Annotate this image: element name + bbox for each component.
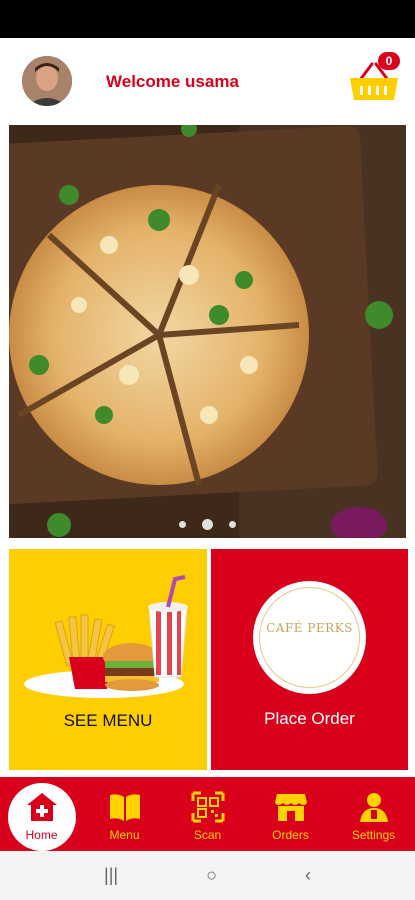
carousel-dot[interactable]	[179, 521, 186, 528]
carousel-dot-active[interactable]	[202, 519, 213, 530]
nav-label-settings: Settings	[351, 828, 396, 842]
back-button[interactable]: ‹	[305, 865, 311, 886]
user-icon	[359, 793, 388, 822]
book-icon	[109, 794, 140, 821]
system-navigation-bar: ||| ○ ‹	[0, 851, 415, 900]
carousel-dot[interactable]	[229, 521, 236, 528]
cafe-perks-logo: CAFÉ PERKS	[253, 581, 366, 694]
recents-button[interactable]: |||	[104, 865, 118, 886]
nav-item-settings[interactable]: Settings	[332, 777, 415, 851]
see-menu-tile[interactable]: SEE MENU	[9, 549, 207, 770]
nav-label-orders: Orders	[272, 828, 309, 842]
welcome-text: Welcome usama	[106, 72, 239, 91]
avatar[interactable]	[22, 56, 72, 106]
nav-label-scan: Scan	[193, 828, 222, 842]
system-home-button[interactable]: ○	[206, 865, 217, 886]
bottom-navigation: Home Menu Scan Orders Settings	[0, 777, 415, 851]
nav-label-home: Home	[25, 828, 58, 842]
status-bar	[0, 0, 415, 38]
carousel-indicators	[9, 519, 406, 530]
nav-item-orders[interactable]: Orders	[249, 777, 332, 851]
nav-item-home[interactable]: Home	[0, 777, 83, 851]
home-icon	[26, 793, 57, 821]
place-order-label: Place Order	[264, 709, 355, 728]
nav-item-menu[interactable]: Menu	[83, 777, 166, 851]
nav-item-scan[interactable]: Scan	[166, 777, 249, 851]
store-icon	[274, 794, 307, 821]
see-menu-label: SEE MENU	[63, 711, 153, 730]
qr-code-icon	[191, 791, 224, 823]
nav-label-menu: Menu	[109, 828, 140, 842]
place-order-tile[interactable]: CAFÉ PERKS Place Order	[211, 549, 408, 770]
logo-text: CAFÉ PERKS	[266, 621, 353, 635]
cart-button[interactable]: 0	[346, 52, 402, 108]
pizza-image	[9, 125, 406, 538]
banner-carousel[interactable]	[9, 125, 406, 538]
cart-count-badge: 0	[378, 52, 400, 70]
header: Welcome usama 0	[0, 38, 415, 124]
fast-food-illustration	[24, 575, 188, 698]
